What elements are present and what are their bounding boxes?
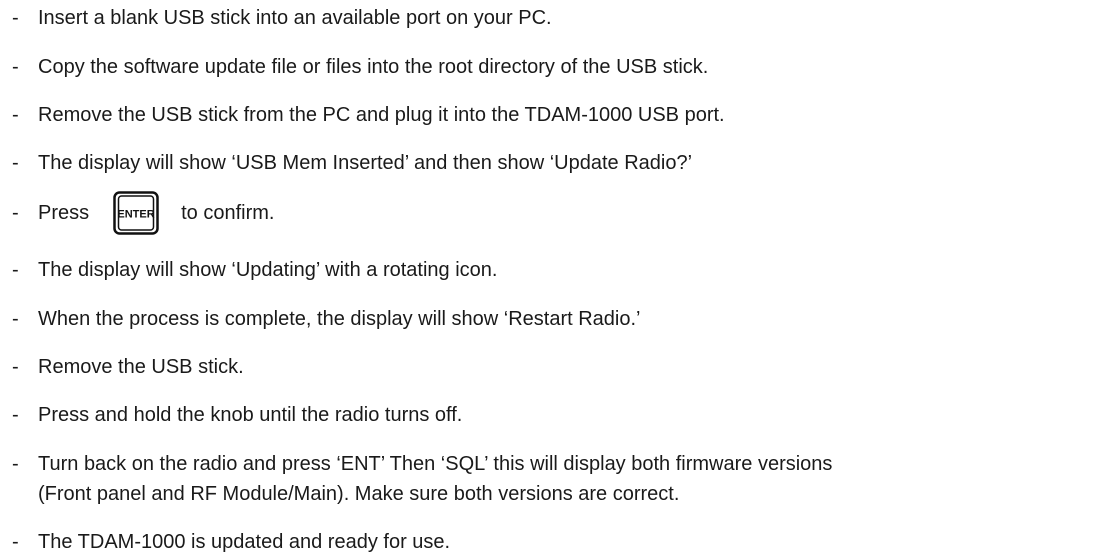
- step-update-done: - The TDAM-1000 is updated and ready for…: [12, 530, 450, 554]
- step-text-line-1: Turn back on the radio and press ‘ENT’ T…: [38, 453, 833, 475]
- list-dash: -: [12, 152, 19, 174]
- step-text-confirm: to confirm.: [181, 202, 275, 224]
- list-dash: -: [12, 259, 19, 281]
- step-text: The display will show ‘Updating’ with a …: [38, 259, 498, 281]
- list-dash: -: [12, 202, 19, 224]
- step-verify-firmware: - Turn back on the radio and press ‘ENT’…: [12, 452, 832, 506]
- list-dash: -: [12, 404, 19, 426]
- step-text: Remove the USB stick from the PC and plu…: [38, 104, 725, 126]
- step-copy-files: - Copy the software update file or files…: [12, 55, 708, 79]
- list-dash: -: [12, 453, 19, 475]
- step-power-off: - Press and hold the knob until the radi…: [12, 403, 462, 427]
- step-remove-and-plug: - Remove the USB stick from the PC and p…: [12, 103, 725, 127]
- step-display-updating: - The display will show ‘Updating’ with …: [12, 258, 497, 282]
- step-text: The TDAM-1000 is updated and ready for u…: [38, 531, 451, 553]
- step-process-complete: - When the process is complete, the disp…: [12, 307, 640, 331]
- list-dash: -: [12, 56, 19, 78]
- step-text: Copy the software update file or files i…: [38, 56, 709, 78]
- step-text: Press and hold the knob until the radio …: [38, 404, 463, 426]
- step-text-press: Press: [38, 202, 90, 224]
- enter-key-icon: ENTER: [113, 191, 159, 235]
- step-press-enter: - Press ENTER to confirm.: [12, 190, 274, 236]
- step-text: The display will show ‘USB Mem Inserted’…: [38, 152, 693, 174]
- step-text: Remove the USB stick.: [38, 356, 244, 378]
- enter-key-label: ENTER: [117, 209, 154, 221]
- list-dash: -: [12, 356, 19, 378]
- step-text-block: Turn back on the radio and press ‘ENT’ T…: [38, 452, 832, 506]
- list-dash: -: [12, 531, 19, 553]
- list-dash: -: [12, 7, 19, 29]
- step-text: When the process is complete, the displa…: [38, 308, 641, 330]
- list-dash: -: [12, 104, 19, 126]
- list-dash: -: [12, 308, 19, 330]
- step-remove-usb: - Remove the USB stick.: [12, 355, 244, 379]
- step-text: Insert a blank USB stick into an availab…: [38, 7, 552, 29]
- step-text-line-2: (Front panel and RF Module/Main). Make s…: [38, 483, 680, 505]
- step-insert-usb: - Insert a blank USB stick into an avail…: [12, 6, 552, 30]
- enter-key-svg: ENTER: [113, 191, 159, 235]
- step-display-inserted: - The display will show ‘USB Mem Inserte…: [12, 151, 692, 175]
